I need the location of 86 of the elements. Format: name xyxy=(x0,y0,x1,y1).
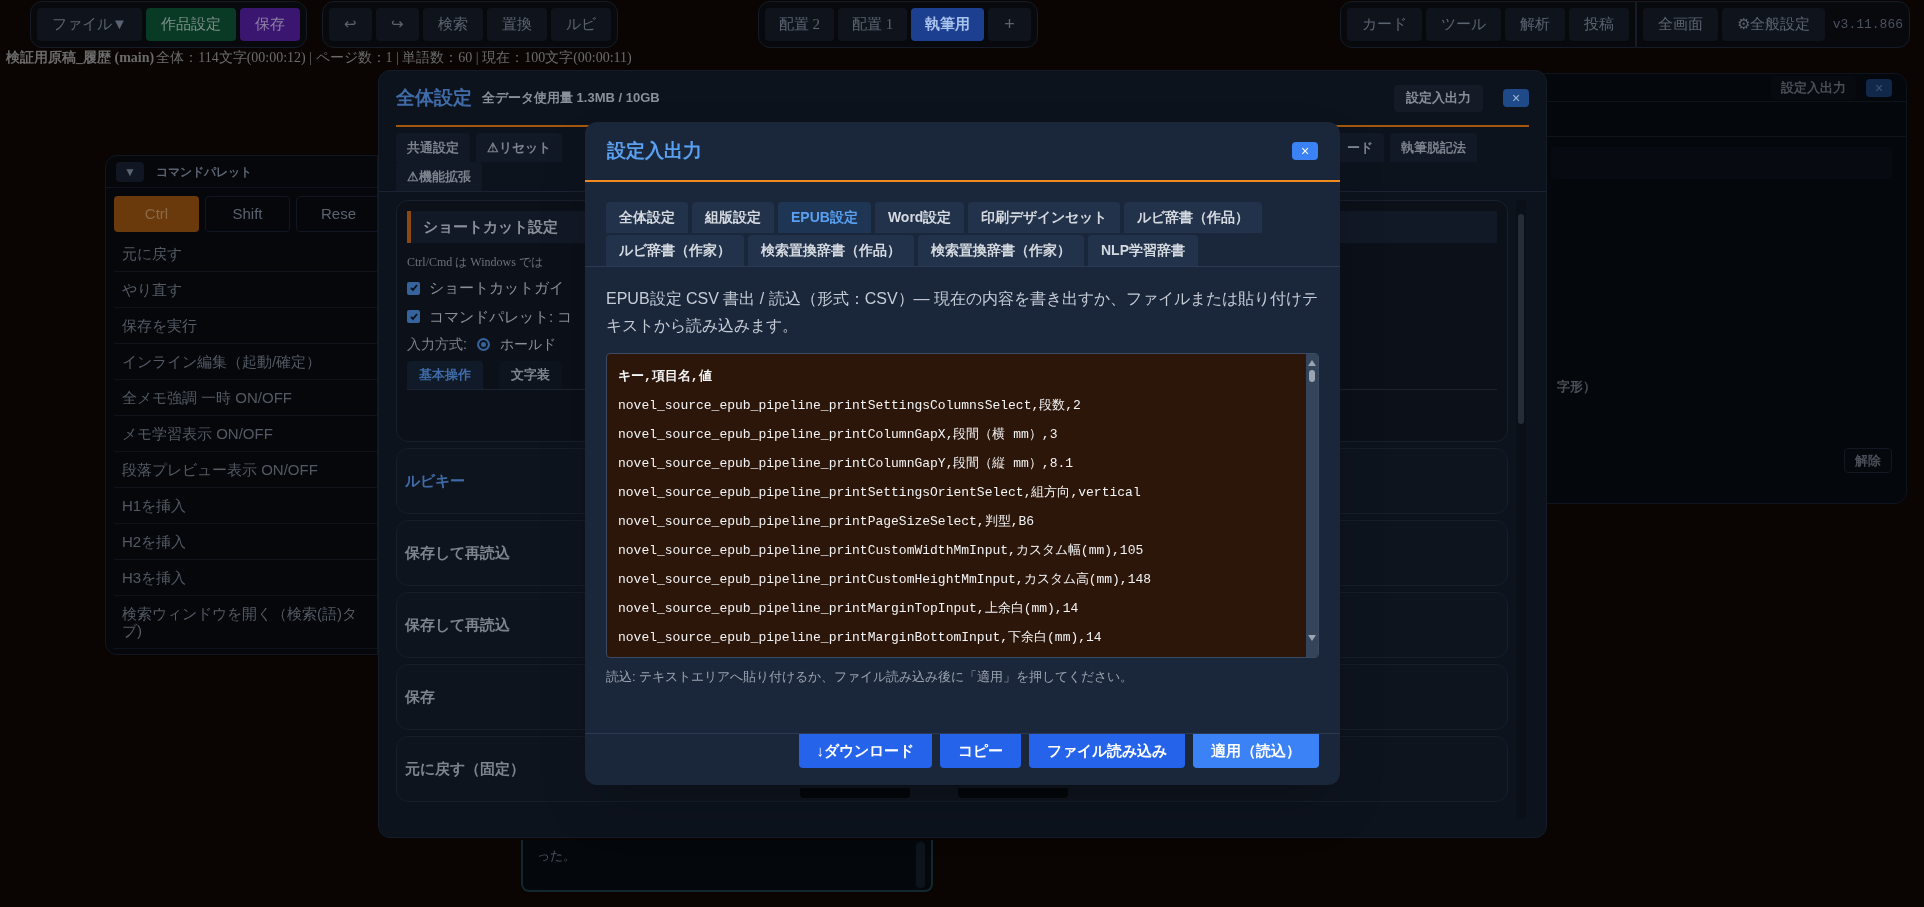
toolbar-button[interactable]: ツール xyxy=(1425,8,1501,41)
action-button[interactable]: 適用（読込） xyxy=(1193,734,1319,768)
layout-tab[interactable]: 執筆用 xyxy=(911,8,985,41)
checkbox[interactable] xyxy=(407,281,420,295)
csv-line: キー,項目名,値 xyxy=(618,368,713,386)
collapse-toggle[interactable]: ▼ xyxy=(116,161,144,182)
action-button[interactable]: ファイル読み込み xyxy=(1029,734,1185,768)
csv-line: novel_source_epub_pipeline_printColumnGapX,段間（横 mm）,3 xyxy=(618,426,1059,444)
option-label: ショートカットガイ xyxy=(429,278,564,298)
dialog-title: 設定入出力 xyxy=(607,138,702,163)
radio-button[interactable] xyxy=(476,338,490,351)
hint-text: 読込: テキストエリアへ貼り付けるか、ファイル読み込み後に「適用」を押してください。 xyxy=(605,668,1135,686)
editor-text: った。 xyxy=(537,848,576,863)
close-button[interactable]: × xyxy=(1292,142,1318,160)
toolbar-button[interactable]: ルビ xyxy=(550,8,611,41)
document-stats: 全体：114文字(00:00:12) | ページ数：1 | 単語数：60 | 現在：100文字(00:00:11) xyxy=(156,50,632,66)
action-button[interactable]: コピー xyxy=(940,734,1021,768)
usage-text: 全データ使用量 1.3MB / 10GB xyxy=(482,89,660,108)
settings-tab[interactable]: 執筆脱記法 xyxy=(1390,133,1477,162)
io-tab[interactable]: 検索置換辞書（作品） xyxy=(748,235,914,266)
io-tab[interactable]: ルビ辞書（作品） xyxy=(1124,202,1263,233)
clear-button[interactable]: 解除 xyxy=(1844,448,1892,473)
toolbar-button[interactable]: ↩ xyxy=(328,8,372,41)
toolbar-button[interactable]: 保存 xyxy=(239,8,300,41)
version-label: v3.11.866 xyxy=(1832,15,1903,34)
toolbar-button[interactable]: ⚙全般設定 xyxy=(1721,8,1825,41)
card-title: 保存して再読込 xyxy=(405,614,510,635)
dialog-title: 全体設定 xyxy=(396,85,472,110)
card-title: 元に戻す（固定） xyxy=(405,758,525,779)
csv-line: novel_source_epub_pipeline_printCustomWidthMmInput,カスタム幅(mm),105 xyxy=(618,542,1145,560)
io-tab[interactable]: NLP学習辞書 xyxy=(1088,235,1198,266)
toolbar-button[interactable]: 投稿 xyxy=(1568,8,1629,41)
toolbar-button[interactable]: ↪ xyxy=(375,8,419,41)
note-text: Ctrl/Cmd は Windows では xyxy=(407,254,544,271)
csv-line: novel_source_epub_pipeline_printSettingsOrientSelect,組方向,vertical xyxy=(618,484,1142,502)
io-tab[interactable]: 検索置換辞書（作家） xyxy=(918,235,1084,266)
document-name: 検証用原稿_履歴 (main) xyxy=(6,50,155,66)
scrollbar[interactable] xyxy=(1306,354,1318,657)
section-title: ショートカット設定 xyxy=(423,216,558,237)
io-button[interactable]: 設定入出力 xyxy=(1771,75,1856,100)
toolbar-button[interactable]: 検索 xyxy=(422,8,483,41)
io-tab[interactable]: 組版設定 xyxy=(692,202,774,233)
modifier-tab[interactable]: Rese xyxy=(296,196,377,232)
card-title: 保存して再読込 xyxy=(405,542,510,563)
toolbar-button[interactable]: 置換 xyxy=(486,8,547,41)
modifier-tab[interactable]: Ctrl xyxy=(114,196,199,232)
io-button[interactable]: 設定入出力 xyxy=(1394,84,1483,112)
toolbar-button[interactable]: カード xyxy=(1346,8,1422,41)
io-tab[interactable]: EPUB設定 xyxy=(778,202,871,233)
scrollbar[interactable] xyxy=(1516,200,1526,819)
close-button[interactable]: × xyxy=(1866,78,1892,97)
category-tab[interactable]: 文字装 xyxy=(499,361,562,389)
layout-tab[interactable]: 配置 2 xyxy=(764,8,835,41)
card-title: ルビキー xyxy=(405,470,465,491)
layout-tab[interactable]: 配置 1 xyxy=(838,8,908,41)
action-button[interactable]: ↓ダウンロード xyxy=(798,734,932,768)
csv-line: novel_source_epub_pipeline_printPageSizeSelect,判型,B6 xyxy=(618,513,1036,531)
setting-label: 字形） xyxy=(1557,379,1596,394)
io-tab[interactable]: 全体設定 xyxy=(606,202,688,233)
radio-label: ホールド xyxy=(499,335,556,354)
option-label: コマンドパレット: コ xyxy=(429,306,573,327)
description-text: EPUB設定 CSV 書出 / 読込（形式：CSV）— 現在の内容を書き出すか、ファイルまたは貼り付けテキストから読み込みます。 xyxy=(605,289,1320,336)
io-tab[interactable]: Word設定 xyxy=(874,202,965,233)
add-layout-button[interactable]: + xyxy=(988,8,1031,41)
csv-line: novel_source_epub_pipeline_printColumnGapY,段間（縦 mm）,8.1 xyxy=(618,455,1075,473)
close-button[interactable]: × xyxy=(1503,89,1529,107)
toolbar-button[interactable]: 作品設定 xyxy=(145,8,236,41)
io-tab[interactable]: 印刷デザインセット xyxy=(968,202,1121,233)
card-title: 保存 xyxy=(405,686,435,707)
toolbar-button[interactable]: 全画面 xyxy=(1642,8,1718,41)
modifier-tab[interactable]: Shift xyxy=(205,196,290,232)
toolbar-button[interactable]: 解析 xyxy=(1504,8,1565,41)
io-tab[interactable]: ルビ辞書（作家） xyxy=(606,235,744,266)
toolbar-button[interactable]: ファイル▼ xyxy=(37,8,142,41)
settings-tab[interactable]: ⚠リセット xyxy=(476,133,562,162)
csv-line: novel_source_epub_pipeline_printMarginTopInput,上余白(mm),14 xyxy=(618,600,1080,618)
checkbox[interactable] xyxy=(407,310,420,324)
csv-line: novel_source_epub_pipeline_printCustomHeightMmInput,カスタム高(mm),148 xyxy=(618,571,1153,589)
settings-tab[interactable]: ⚠機能拡張 xyxy=(396,162,482,191)
csv-line: novel_source_epub_pipeline_printMarginBottomInput,下余白(mm),14 xyxy=(618,629,1103,647)
csv-text-area[interactable] xyxy=(606,353,1319,658)
category-tab[interactable]: 基本操作 xyxy=(407,361,483,389)
palette-title: コマンドパレット xyxy=(156,163,252,181)
field-label: 入力方式: xyxy=(407,335,467,354)
csv-line: novel_source_epub_pipeline_printSettingsColumnsSelect,段数,2 xyxy=(618,397,1082,415)
settings-tab[interactable]: 共通設定 xyxy=(396,133,470,162)
